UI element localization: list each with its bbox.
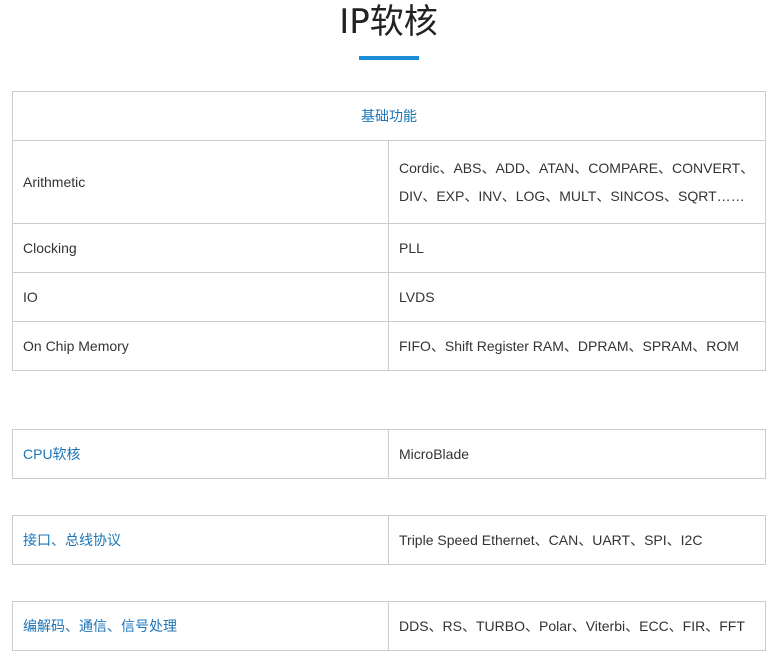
row-name: IO — [12, 272, 389, 322]
interface-label: 接口、总线协议 — [12, 515, 389, 565]
cpu-core-value: MicroBlade — [388, 429, 766, 479]
table-row: Arithmetic Cordic、ABS、ADD、ATAN、COMPARE、C… — [12, 140, 766, 224]
row-value: LVDS — [388, 272, 766, 322]
interface-value: Triple Speed Ethernet、CAN、UART、SPI、I2C — [388, 515, 766, 565]
page-title: IP软核 — [339, 2, 438, 42]
table-row: IO LVDS — [12, 272, 766, 322]
table-row: Clocking PLL — [12, 223, 766, 273]
basic-functions-header: 基础功能 — [12, 91, 766, 141]
table-row: On Chip Memory FIFO、Shift Register RAM、D… — [12, 321, 766, 371]
interface-table: 接口、总线协议 Triple Speed Ethernet、CAN、UART、S… — [12, 515, 766, 565]
basic-functions-table: 基础功能 Arithmetic Cordic、ABS、ADD、ATAN、COMP… — [12, 91, 766, 371]
row-name: Clocking — [12, 223, 389, 273]
cpu-core-table: CPU软核 MicroBlade — [12, 429, 766, 479]
codec-table: 编解码、通信、信号处理 DDS、RS、TURBO、Polar、Viterbi、E… — [12, 601, 766, 651]
codec-value: DDS、RS、TURBO、Polar、Viterbi、ECC、FIR、FFT — [388, 601, 766, 651]
codec-label: 编解码、通信、信号处理 — [12, 601, 389, 651]
table-row: 编解码、通信、信号处理 DDS、RS、TURBO、Polar、Viterbi、E… — [12, 601, 766, 651]
row-name: On Chip Memory — [12, 321, 389, 371]
table-row: 接口、总线协议 Triple Speed Ethernet、CAN、UART、S… — [12, 515, 766, 565]
title-underline — [359, 56, 419, 60]
cpu-core-label: CPU软核 — [12, 429, 389, 479]
row-name: Arithmetic — [12, 140, 389, 224]
table-row: CPU软核 MicroBlade — [12, 429, 766, 479]
row-value: PLL — [388, 223, 766, 273]
row-value: Cordic、ABS、ADD、ATAN、COMPARE、CONVERT、DIV、… — [388, 140, 766, 224]
row-value: FIFO、Shift Register RAM、DPRAM、SPRAM、ROM — [388, 321, 766, 371]
